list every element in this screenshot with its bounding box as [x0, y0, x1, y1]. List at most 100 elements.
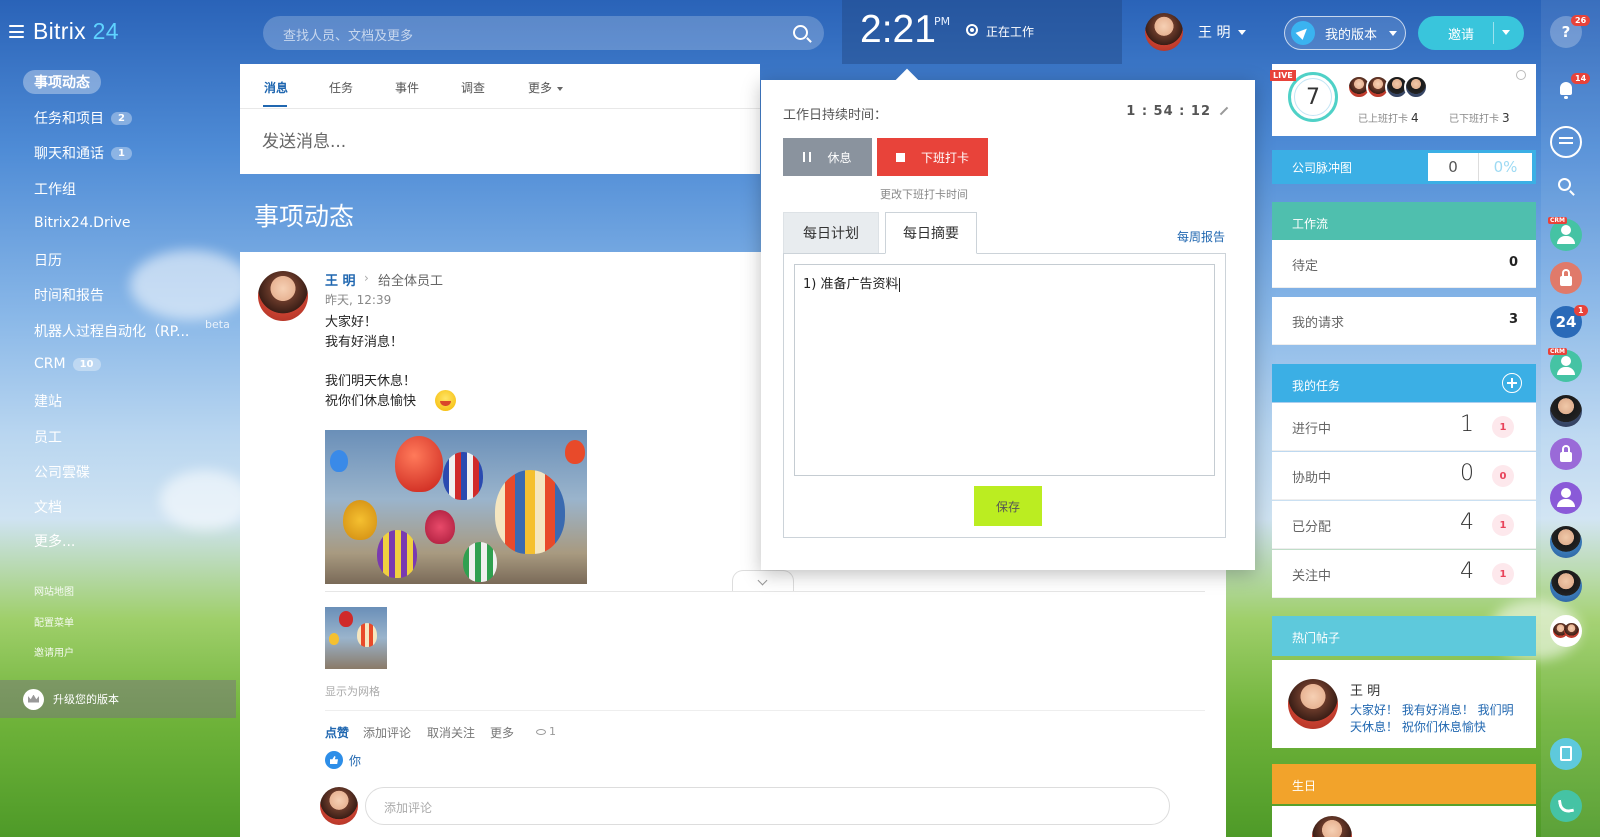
divider: [325, 710, 1205, 711]
birthdays-list: [1272, 806, 1536, 837]
sidebar-item-tasks[interactable]: 任务和项目 2: [34, 108, 132, 128]
company-pulse[interactable]: 公司脉冲图 0 0%: [1272, 150, 1536, 184]
sidebar-item-sites[interactable]: 建站: [34, 391, 62, 411]
user-menu[interactable]: 王 明: [1145, 12, 1247, 52]
sidebar-item-chat[interactable]: 聊天和通话 1: [34, 143, 132, 163]
sidebar-item-crm[interactable]: CRM 10: [34, 356, 101, 372]
group-avatar[interactable]: [1550, 615, 1582, 647]
workflow-header[interactable]: 工作流: [1272, 202, 1536, 240]
upgrade-button[interactable]: 升级您的版本: [0, 680, 236, 718]
invite-button[interactable]: 邀请: [1418, 16, 1524, 50]
comment-input[interactable]: 添加评论: [365, 787, 1170, 825]
lock-icon[interactable]: [1550, 438, 1582, 470]
photo-thumbnail[interactable]: [325, 607, 387, 669]
clock-block[interactable]: 2:21 PM 正在工作: [842, 0, 1122, 64]
sidebar-item-workgroups[interactable]: 工作组: [34, 179, 76, 199]
birthdays-header[interactable]: 生日: [1272, 764, 1536, 804]
user-icon[interactable]: [1550, 482, 1582, 514]
post-composer: 消息 任务 事件 调查 更多 发送消息...: [240, 64, 760, 174]
sidebar-item-label: CRM: [34, 356, 66, 372]
unfollow-button[interactable]: 取消关注: [427, 724, 475, 741]
sidebar-item-calendar[interactable]: 日历: [34, 250, 62, 270]
tab-daily-plan[interactable]: 每日计划: [783, 212, 879, 254]
configure-menu-link[interactable]: 配置菜单: [34, 614, 74, 629]
post-text-line: 祝你们休息愉快: [325, 394, 417, 409]
pencil-icon[interactable]: [1219, 106, 1229, 116]
weekly-report-link[interactable]: 每周报告: [1177, 228, 1225, 245]
sidebar-item-label: 时间和报告: [34, 288, 104, 304]
my-version-button[interactable]: 我的版本: [1284, 16, 1406, 50]
hot-posts-header[interactable]: 热门帖子: [1272, 616, 1536, 656]
tab-event[interactable]: 事件: [395, 79, 419, 96]
invite-users-link[interactable]: 邀请用户: [34, 644, 74, 659]
tab-message[interactable]: 消息: [264, 79, 288, 96]
workflow-row-my-requests[interactable]: 我的请求 3: [1272, 297, 1536, 345]
avatar[interactable]: [258, 271, 308, 321]
document-icon[interactable]: [1550, 738, 1582, 770]
sitemap-link[interactable]: 网站地图: [34, 583, 74, 598]
sidebar-item-time-reports[interactable]: 时间和报告: [34, 285, 104, 305]
collapse-toggle[interactable]: [732, 570, 794, 592]
search-input[interactable]: 查找人员、文档及更多: [263, 16, 824, 50]
hot-post-text[interactable]: 大家好！ 我有好消息！ 我们明天休息！ 祝你们休息愉快: [1350, 702, 1520, 736]
employee-avatars[interactable]: [1347, 75, 1428, 99]
balloons-photo[interactable]: [325, 430, 587, 584]
tab-task[interactable]: 任务: [329, 79, 353, 96]
hot-post[interactable]: 王 明 大家好！ 我有好消息！ 我们明天休息！ 祝你们休息愉快: [1272, 660, 1536, 748]
liked-by[interactable]: 你: [349, 752, 361, 769]
avatar[interactable]: [1550, 395, 1582, 427]
change-clock-out-time-link[interactable]: 更改下班打卡时间: [880, 186, 968, 202]
sidebar-item-feed[interactable]: 事项动态: [23, 70, 101, 94]
clock-out-button[interactable]: 下班打卡: [877, 138, 988, 176]
menu-icon[interactable]: [9, 25, 24, 38]
upgrade-label: 升级您的版本: [53, 693, 119, 706]
chevron-down-icon[interactable]: [1502, 30, 1510, 35]
save-button[interactable]: 保存: [974, 486, 1042, 526]
tasks-row-assigned[interactable]: 已分配 4 1: [1272, 501, 1536, 549]
counter-badge: 0: [1492, 465, 1514, 487]
sidebar-item-drive[interactable]: Bitrix24.Drive: [34, 215, 131, 231]
crm-tag: CRM: [1548, 348, 1567, 355]
help-icon[interactable]: [1516, 70, 1526, 80]
my-tasks-header[interactable]: 我的任务: [1272, 364, 1536, 402]
avatar[interactable]: [1550, 526, 1582, 558]
lock-icon[interactable]: [1550, 262, 1582, 294]
avatar: [1288, 679, 1338, 729]
phone-icon[interactable]: [1550, 790, 1582, 822]
workflow-row-pending[interactable]: 待定 0: [1272, 240, 1536, 288]
add-task-icon[interactable]: [1502, 373, 1522, 393]
tasks-row-assisting[interactable]: 协助中 0 0: [1272, 452, 1536, 500]
sidebar-item-documents[interactable]: 文档: [34, 497, 62, 517]
search-icon[interactable]: [793, 25, 808, 40]
tab-poll[interactable]: 调查: [461, 79, 485, 96]
sidebar-item-rpa[interactable]: 机器人过程自动化（RP...: [34, 321, 189, 341]
send-message-input[interactable]: 发送消息...: [262, 127, 346, 152]
sidebar-item-label: 员工: [34, 430, 62, 446]
logo[interactable]: Bitrix 24: [33, 18, 119, 45]
more-button[interactable]: 更多: [490, 724, 514, 741]
post-author[interactable]: 王 明: [325, 270, 356, 289]
post-recipients[interactable]: 给全体员工: [378, 270, 443, 289]
daily-summary-textarea[interactable]: 1) 准备广告资料: [794, 264, 1215, 476]
tasks-row-in-progress[interactable]: 进行中 1 1: [1272, 403, 1536, 451]
eye-icon: [536, 729, 546, 735]
like-button[interactable]: 点赞: [325, 724, 349, 741]
show-as-grid-link[interactable]: 显示为网格: [325, 683, 380, 699]
tasks-row-following[interactable]: 关注中 4 1: [1272, 550, 1536, 598]
divider: [325, 591, 1205, 592]
add-comment-button[interactable]: 添加评论: [363, 724, 411, 741]
tab-more-label: 更多: [528, 81, 553, 95]
sidebar-item-label: 事项动态: [34, 75, 90, 91]
sidebar-item-more[interactable]: 更多...: [34, 531, 75, 551]
break-button[interactable]: 休息: [783, 138, 872, 176]
search-icon[interactable]: [1550, 172, 1582, 204]
clocked-in-stat: 已上班打卡 4: [1358, 110, 1419, 125]
post-date[interactable]: 昨天, 12:39: [325, 291, 391, 308]
sidebar-item-company-drive[interactable]: 公司雲碟: [34, 462, 90, 482]
sidebar-item-employees[interactable]: 员工: [34, 427, 62, 447]
tab-more[interactable]: 更多: [528, 79, 564, 96]
avatar[interactable]: [1550, 570, 1582, 602]
timeman-widget[interactable]: 7 已上班打卡 4 已下班打卡 3: [1272, 64, 1536, 136]
chat-icon[interactable]: [1550, 126, 1582, 158]
tab-daily-summary[interactable]: 每日摘要: [885, 212, 977, 254]
